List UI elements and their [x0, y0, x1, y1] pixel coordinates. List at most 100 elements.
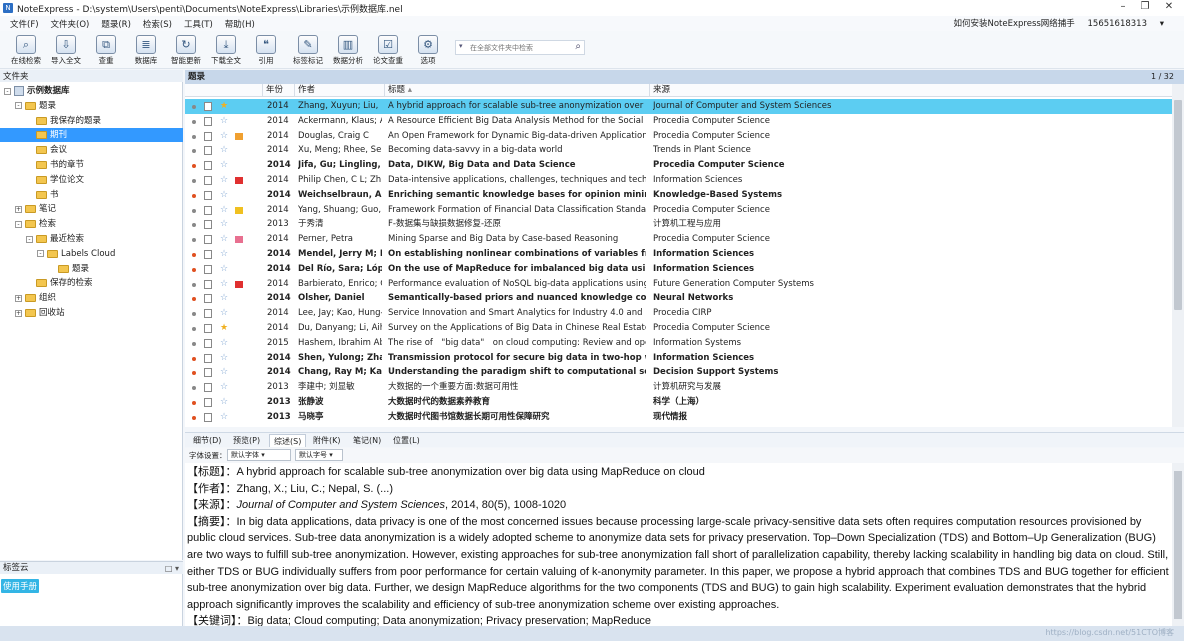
- document-icon[interactable]: [204, 161, 212, 171]
- smart-update-button[interactable]: ↻ 智能更新: [168, 35, 204, 66]
- database-button[interactable]: ≣ 数据库: [128, 35, 164, 66]
- column-header-title[interactable]: 标题 ▴: [385, 84, 650, 97]
- tab-notes[interactable]: 笔记(N): [349, 434, 385, 447]
- document-icon[interactable]: [204, 220, 212, 230]
- menu-tools[interactable]: 工具(T): [178, 18, 219, 30]
- star-icon[interactable]: ☆: [220, 351, 228, 366]
- table-row[interactable]: ☆ 2013 马晓亭 大数据时代图书馆数据长期可用性保障研究 现代情报: [185, 410, 1173, 425]
- restore-icon[interactable]: ❐: [1134, 0, 1156, 16]
- star-icon[interactable]: ☆: [220, 114, 228, 129]
- table-row[interactable]: ☆ 2014 Xu, Meng; Rhee, Se... Becoming data-…: [185, 143, 1173, 158]
- star-icon[interactable]: ☆: [220, 410, 228, 425]
- star-icon[interactable]: ★: [220, 99, 228, 114]
- star-icon[interactable]: ☆: [220, 158, 228, 173]
- star-icon[interactable]: ☆: [220, 232, 228, 247]
- flag-icon[interactable]: [235, 280, 243, 288]
- list-scrollbar[interactable]: [1172, 84, 1184, 427]
- expand-icon[interactable]: +: [15, 205, 22, 213]
- tree-item[interactable]: + 笔记: [15, 202, 56, 216]
- document-icon[interactable]: [204, 398, 212, 407]
- download-button[interactable]: ⤓ 下载全文: [208, 35, 244, 66]
- flag-icon[interactable]: [235, 206, 243, 214]
- tree-item[interactable]: 书: [26, 188, 59, 202]
- star-icon[interactable]: ☆: [220, 203, 228, 218]
- menu-folder[interactable]: 文件夹(O): [45, 18, 96, 30]
- document-icon[interactable]: [204, 176, 212, 185]
- summary-scrollbar[interactable]: [1172, 463, 1184, 626]
- search-input[interactable]: [470, 42, 570, 53]
- expand-icon[interactable]: +: [15, 294, 22, 302]
- menu-search[interactable]: 检索(S): [137, 18, 178, 30]
- document-icon[interactable]: [204, 146, 212, 156]
- tab-detail[interactable]: 细节(D): [189, 434, 225, 447]
- table-row[interactable]: ☆ 2014 Lee, Jay; Kao, Hung-... Service Inno…: [185, 306, 1173, 321]
- tree-item[interactable]: 保存的检索: [26, 276, 93, 290]
- tab-attachments[interactable]: 附件(K): [309, 434, 345, 447]
- table-row[interactable]: ☆ 2015 Hashem, Ibrahim Ab... The rise of "b…: [185, 336, 1173, 351]
- scrollbar-thumb[interactable]: [1174, 471, 1182, 619]
- document-icon[interactable]: [204, 338, 212, 348]
- table-row[interactable]: ☆ 2014 Douglas, Craig C An Open Framework f…: [185, 129, 1173, 144]
- collapse-icon[interactable]: -: [15, 102, 22, 110]
- document-icon[interactable]: [204, 116, 212, 126]
- document-icon[interactable]: [204, 324, 212, 333]
- document-icon[interactable]: [204, 279, 212, 289]
- install-capture-link[interactable]: 如何安装NoteExpress网络捕手: [953, 19, 1074, 29]
- tree-item[interactable]: - Labels Cloud: [37, 247, 115, 261]
- document-icon[interactable]: [204, 383, 212, 393]
- cite-button[interactable]: ❝ 引用: [248, 35, 284, 66]
- collapse-icon[interactable]: -: [15, 220, 22, 228]
- paper-check-button[interactable]: ☑ 论文查重: [370, 35, 406, 66]
- duplicate-check-button[interactable]: ⧉ 查重: [88, 35, 124, 66]
- star-icon[interactable]: ☆: [220, 173, 228, 188]
- document-icon[interactable]: [204, 235, 212, 245]
- table-row[interactable]: ☆ 2014 Philip Chen, C L; Zh... Data-intensi…: [185, 173, 1173, 188]
- column-header-author[interactable]: 作者: [295, 84, 385, 97]
- options-button[interactable]: ⚙ 选项: [410, 35, 446, 66]
- table-row[interactable]: ☆ 2014 Barbierato, Enrico; G... Performance…: [185, 277, 1173, 292]
- expand-icon[interactable]: +: [15, 309, 22, 317]
- document-icon[interactable]: [204, 309, 212, 319]
- star-icon[interactable]: ☆: [220, 188, 228, 203]
- table-row[interactable]: ☆ 2013 李建中; 刘显敏 大数据的一个重要方面:数据可用性 计算机研究与发展: [185, 380, 1173, 395]
- table-row[interactable]: ☆ 2014 Olsher, Daniel Semantically-based pr…: [185, 291, 1173, 306]
- column-header-icons[interactable]: [185, 84, 263, 97]
- menu-records[interactable]: 题录(R): [95, 18, 137, 30]
- column-header-source[interactable]: 来源: [650, 84, 1173, 97]
- menu-file[interactable]: 文件(F): [4, 18, 45, 30]
- document-icon[interactable]: [204, 190, 212, 200]
- document-icon[interactable]: [204, 294, 212, 304]
- tree-item[interactable]: - 检索: [15, 217, 56, 231]
- chart-button[interactable]: ▥ 数据分析: [330, 35, 366, 66]
- tab-summary[interactable]: 综述(S): [269, 434, 307, 447]
- tree-item[interactable]: 会议: [26, 143, 67, 157]
- star-icon[interactable]: ☆: [220, 217, 228, 232]
- source-journal[interactable]: Journal of Computer and System Sciences: [237, 499, 446, 511]
- table-row[interactable]: ☆ 2014 Del Río, Sara; López On the use of M…: [185, 262, 1173, 277]
- search-box[interactable]: ▾ ⌕: [455, 40, 585, 55]
- document-icon[interactable]: [204, 412, 212, 422]
- tree-item[interactable]: - 最近检索: [26, 232, 84, 246]
- document-icon[interactable]: [204, 205, 212, 215]
- tree-item[interactable]: 学位论文: [26, 173, 84, 187]
- tab-preview[interactable]: 预览(P): [229, 434, 264, 447]
- star-icon[interactable]: ☆: [220, 395, 228, 410]
- star-icon[interactable]: ☆: [220, 129, 228, 144]
- table-row[interactable]: ☆ 2013 于秀清 F-数据集与缺损数据修复-还原 计算机工程与应用: [185, 217, 1173, 232]
- account-dropdown-icon[interactable]: ▾: [1160, 19, 1164, 29]
- table-row[interactable]: ☆ 2014 Ackermann, Klaus; A... A Resource Ef…: [185, 114, 1173, 129]
- import-fulltext-button[interactable]: ⇩ 导入全文: [48, 35, 84, 66]
- table-row[interactable]: ★ 2014 Zhang, Xuyun; Liu, ... A hybrid appr…: [185, 99, 1173, 114]
- close-icon[interactable]: ✕: [1158, 0, 1180, 16]
- search-scope-dropdown-icon[interactable]: ▾: [459, 42, 463, 50]
- tree-item[interactable]: 我保存的题录: [26, 114, 101, 128]
- star-icon[interactable]: ☆: [220, 306, 228, 321]
- flag-icon[interactable]: [235, 236, 243, 244]
- star-icon[interactable]: ☆: [220, 247, 228, 262]
- tag-item[interactable]: 使用手册: [1, 579, 40, 593]
- star-icon[interactable]: ☆: [220, 143, 228, 158]
- star-icon[interactable]: ☆: [220, 365, 228, 380]
- document-icon[interactable]: [204, 368, 212, 378]
- tree-item[interactable]: 书的章节: [26, 158, 84, 172]
- tree-item[interactable]: + 组织: [15, 291, 56, 305]
